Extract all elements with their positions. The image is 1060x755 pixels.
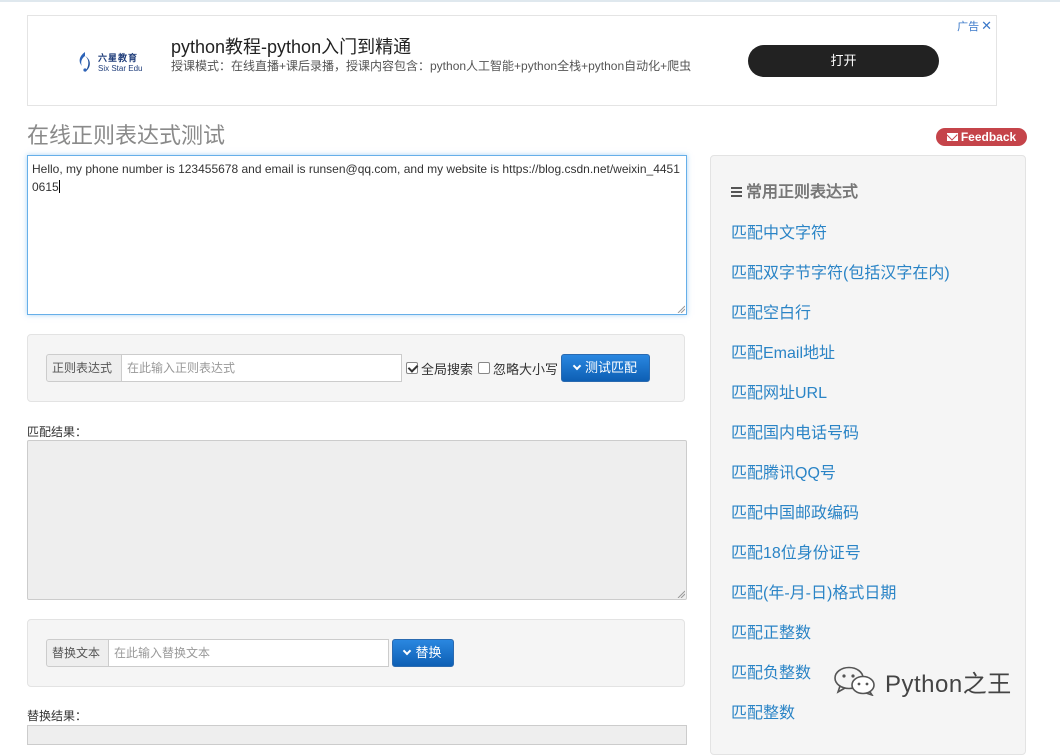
page-title: 在线正则表达式测试 — [27, 123, 226, 148]
match-result-area[interactable] — [27, 440, 687, 600]
feedback-button[interactable]: Feedback — [936, 128, 1027, 146]
ad-logo-cn: 六星教育 — [98, 54, 139, 64]
sidebar-link[interactable]: 匹配正整数 — [731, 614, 950, 654]
ad-logo: 六星教育 Six Star Edu — [76, 48, 166, 78]
replace-result-area[interactable] — [27, 725, 687, 745]
sidebar-link[interactable]: 匹配中文字符 — [731, 214, 950, 254]
sidebar-link[interactable]: 匹配Email地址 — [731, 334, 950, 374]
regex-input[interactable]: 在此输入正则表达式 — [122, 354, 402, 382]
source-text: Hello, my phone number is 123455678 and … — [32, 162, 680, 194]
replace-button-label: 替换 — [415, 645, 442, 660]
sidebar-title: 常用正则表达式 — [731, 178, 858, 202]
sidebar-title-text: 常用正则表达式 — [746, 184, 859, 201]
test-match-label: 测试匹配 — [584, 360, 637, 375]
global-search-label[interactable]: 全局搜索 — [421, 359, 473, 378]
replace-button[interactable]: 替换 — [392, 639, 454, 667]
top-border — [0, 0, 1060, 2]
sidebar-link[interactable]: 匹配网址URL — [731, 374, 950, 414]
sidebar-link[interactable]: 匹配18位身份证号 — [731, 534, 950, 574]
ad-logo-en: Six Star Edu — [98, 64, 143, 73]
ad-label-text: 广告 — [957, 21, 980, 33]
replace-panel: 替换文本 在此输入替换文本 替换 — [27, 619, 685, 687]
ad-open-button[interactable]: 打开 — [748, 45, 939, 77]
replace-result-label: 替换结果： — [27, 709, 88, 723]
sidebar-link[interactable]: 匹配空白行 — [731, 294, 950, 334]
ignore-case-checkbox[interactable] — [478, 362, 490, 374]
regex-addon: 正则表达式 — [46, 354, 122, 382]
sidebar-link[interactable]: 匹配国内电话号码 — [731, 414, 950, 454]
ad-description: 授课模式：在线直播+课后录播，授课内容包含：python人工智能+python全… — [171, 59, 692, 73]
six-star-logo-icon — [79, 52, 90, 72]
wechat-icon — [834, 666, 875, 696]
envelope-icon — [946, 133, 958, 141]
sidebar-link[interactable]: 匹配中国邮政编码 — [731, 494, 950, 534]
resize-handle-icon[interactable] — [677, 305, 685, 313]
ad-banner[interactable]: 六星教育 Six Star Edu python教程-python入门到精通 授… — [27, 15, 997, 106]
match-result-label: 匹配结果： — [27, 425, 88, 439]
sidebar-link[interactable]: 匹配(年-月-日)格式日期 — [731, 574, 950, 614]
sidebar-link[interactable]: 匹配腾讯QQ号 — [731, 454, 950, 494]
text-caret — [58, 180, 60, 193]
feedback-label: Feedback — [960, 130, 1017, 144]
ignore-case-label[interactable]: 忽略大小写 — [493, 359, 558, 378]
replace-addon: 替换文本 — [46, 639, 109, 667]
chevron-down-icon — [572, 361, 582, 371]
ad-label[interactable]: 广告 ✕ — [957, 18, 992, 34]
close-icon[interactable]: ✕ — [981, 18, 992, 33]
test-match-button[interactable]: 测试匹配 — [561, 354, 650, 382]
list-icon — [731, 187, 742, 197]
regex-panel: 正则表达式 在此输入正则表达式 全局搜索 忽略大小写 测试匹配 — [27, 334, 685, 402]
resize-handle-icon[interactable] — [677, 590, 685, 598]
sidebar-link[interactable]: 匹配双字节字符(包括汉字在内) — [731, 254, 950, 294]
ad-title[interactable]: python教程-python入门到精通 — [171, 33, 411, 59]
watermark-text: Python之王 — [885, 671, 1012, 698]
sidebar-links: 匹配中文字符 匹配双字节字符(包括汉字在内) 匹配空白行 匹配Email地址 匹… — [731, 214, 950, 734]
sidebar-link[interactable]: 匹配整数 — [731, 694, 950, 734]
global-search-checkbox[interactable] — [406, 362, 418, 374]
chevron-down-icon — [403, 646, 412, 656]
replace-input[interactable]: 在此输入替换文本 — [109, 639, 389, 667]
source-text-area[interactable]: Hello, my phone number is 123455678 and … — [27, 155, 687, 315]
